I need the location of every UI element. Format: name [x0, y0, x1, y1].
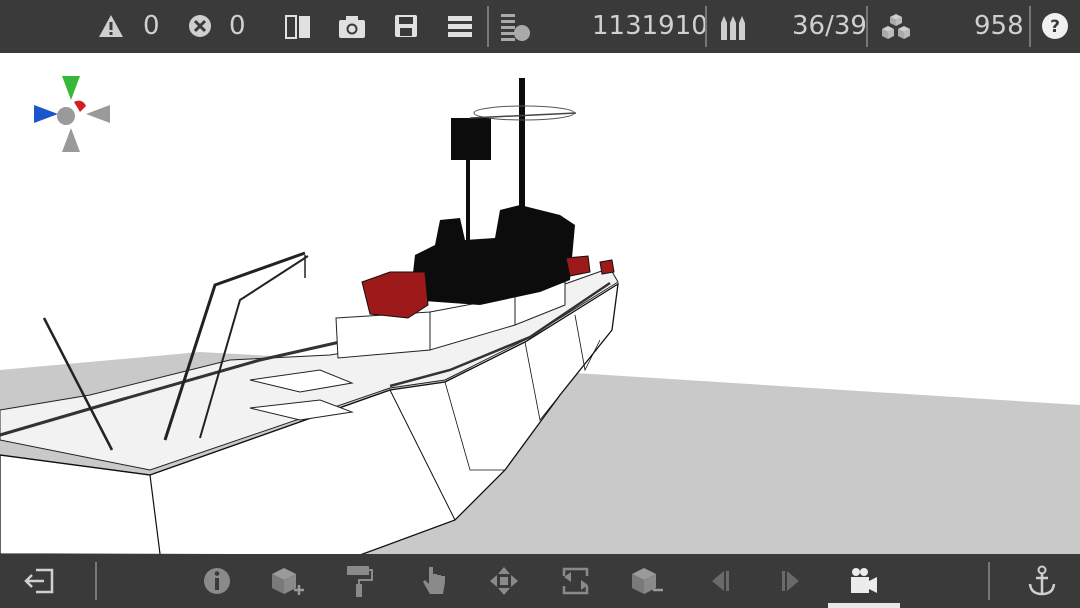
toolbar-divider	[988, 562, 990, 600]
warnings-count: 0	[143, 11, 160, 41]
toolbar-divider	[95, 562, 97, 600]
toolbar-divider	[705, 6, 707, 47]
x-axis-cone	[34, 105, 58, 123]
active-tool-indicator	[828, 603, 900, 608]
bottom-toolbar	[0, 554, 1080, 608]
error-icon	[188, 14, 212, 38]
ship-scene	[0, 78, 1080, 554]
y-axis-cone	[62, 76, 80, 100]
camera-mode-icon[interactable]	[849, 567, 879, 595]
ammo-icon	[719, 13, 749, 41]
paint-roller-icon[interactable]	[345, 564, 373, 598]
split-view-icon[interactable]	[284, 13, 312, 41]
z-axis-cone	[74, 100, 86, 112]
toolbar-divider	[1029, 6, 1031, 47]
toolbar-divider	[487, 6, 489, 47]
svg-text:?: ?	[1050, 17, 1060, 37]
parts-cubes-icon	[880, 12, 912, 42]
info-icon[interactable]	[202, 566, 232, 596]
ammo-count: 36/39	[792, 11, 867, 41]
gizmo-center	[57, 107, 75, 125]
errors-count: 0	[229, 11, 246, 41]
next-icon[interactable]	[779, 568, 803, 594]
rotate-icon[interactable]	[561, 566, 591, 596]
save-icon[interactable]	[393, 13, 419, 39]
add-part-icon[interactable]	[270, 566, 304, 598]
neg-x-axis-cone	[86, 105, 110, 123]
move-arrows-icon[interactable]	[489, 566, 519, 596]
polygon-count: 1131910	[592, 11, 708, 41]
previous-icon[interactable]	[708, 568, 732, 594]
toolbar-divider	[866, 6, 868, 47]
screenshot-camera-icon[interactable]	[337, 14, 367, 40]
neg-y-axis-cone	[62, 128, 80, 152]
help-icon[interactable]: ?	[1041, 12, 1069, 40]
remove-part-icon[interactable]	[630, 566, 664, 598]
anchor-icon[interactable]	[1027, 565, 1057, 597]
menu-icon[interactable]	[447, 14, 473, 38]
hand-select-icon[interactable]	[420, 564, 448, 598]
view-orientation-gizmo[interactable]	[30, 72, 114, 156]
exit-icon[interactable]	[24, 566, 56, 596]
top-toolbar: 0 0 1131910 36/39 958 ?	[0, 0, 1080, 53]
warning-icon	[98, 14, 124, 38]
3d-viewport[interactable]	[0, 53, 1080, 554]
parts-count: 958	[974, 11, 1024, 41]
polygon-count-icon	[500, 11, 532, 43]
